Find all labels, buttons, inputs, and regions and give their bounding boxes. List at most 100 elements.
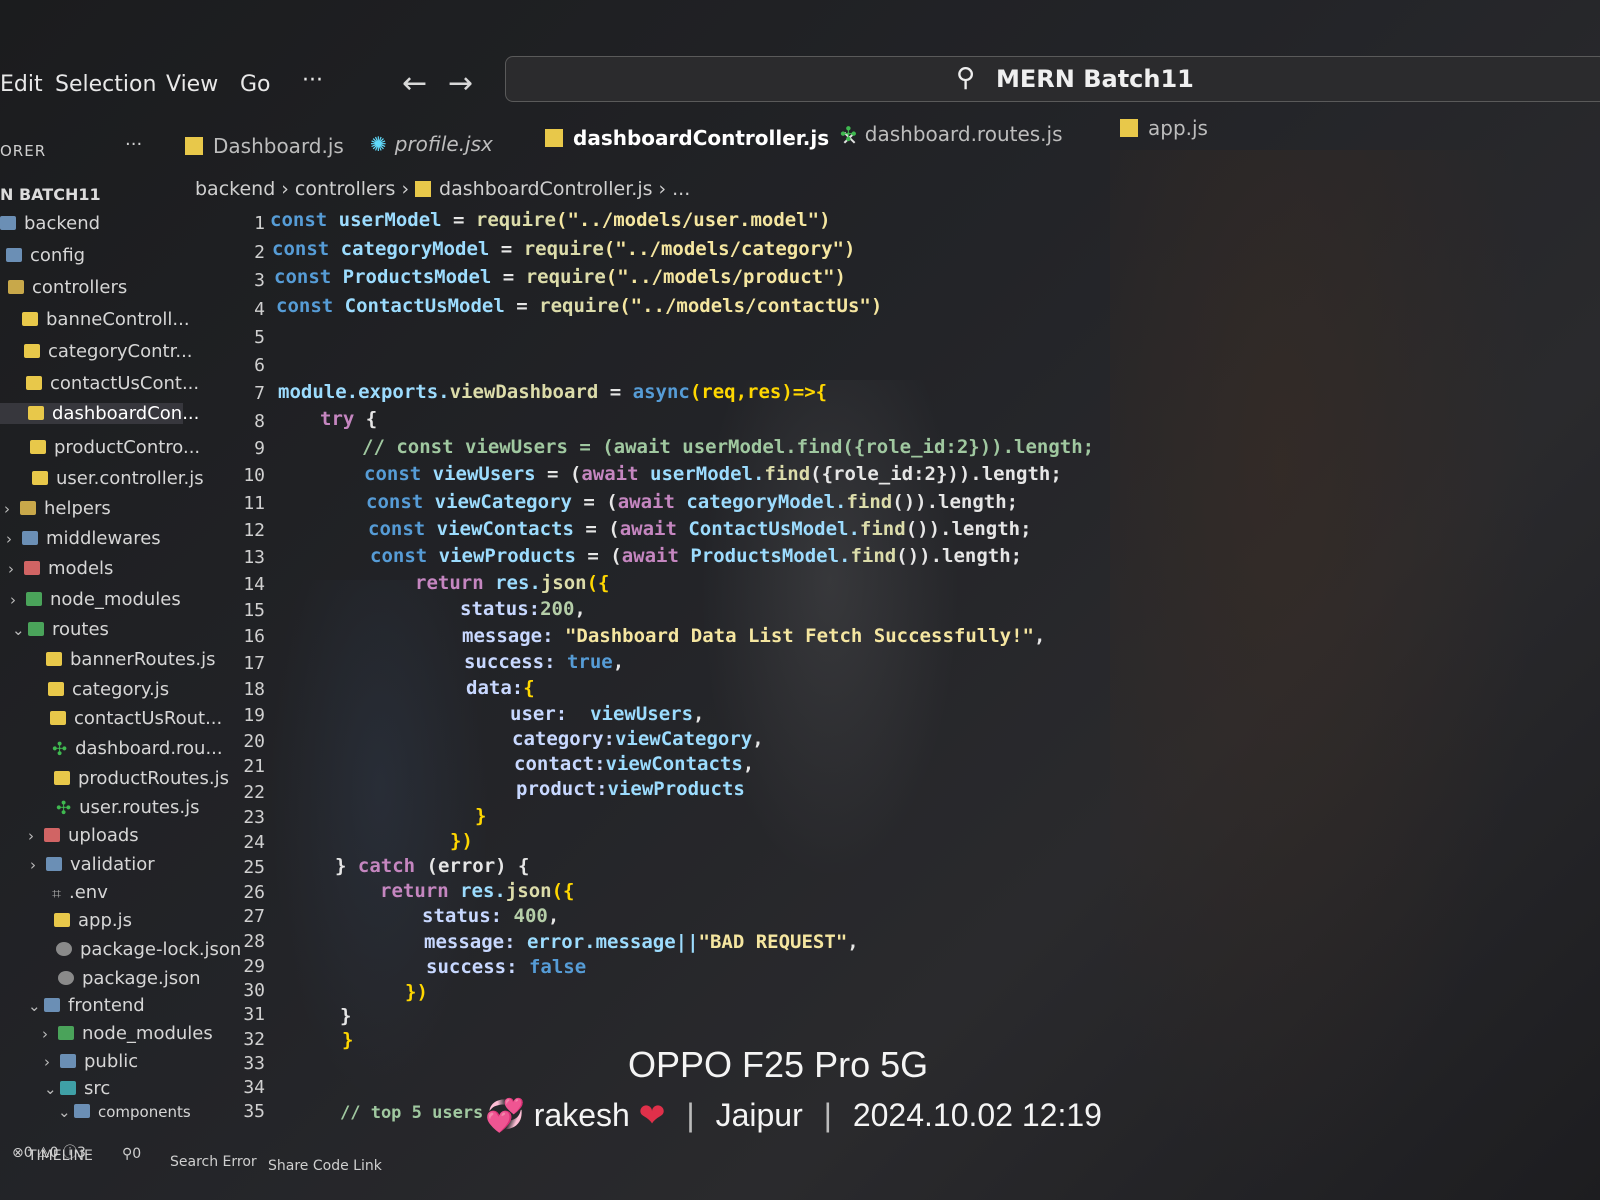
ports-indicator[interactable]: ⚲0	[122, 1146, 141, 1162]
tab-dashboard-routes[interactable]: ✣ dashboard.routes.js	[840, 122, 1063, 146]
breadcrumb: backend › controllers › dashboardController.…	[195, 178, 690, 200]
title-bar: Edit Selection View Go ··· ← → ⚲ MERN Ba…	[0, 50, 1600, 116]
tree-file[interactable]: bannerRoutes.js	[46, 649, 215, 670]
tree-folder-src[interactable]: ⌄ src	[44, 1078, 110, 1099]
workspace-root[interactable]: N BATCH11	[0, 185, 101, 204]
tree-folder-public[interactable]: › public	[44, 1051, 138, 1072]
tree-folder-config[interactable]: config	[6, 245, 85, 266]
back-arrow-icon[interactable]: ←	[402, 66, 427, 101]
tree-file[interactable]: categoryContr...	[24, 341, 193, 362]
tree-file[interactable]: productRoutes.js	[54, 768, 229, 789]
tree-folder-backend[interactable]: backend	[0, 213, 100, 234]
camera-watermark-device: OPPO F25 Pro 5G	[628, 1044, 929, 1085]
js-file-icon	[24, 344, 40, 358]
tab-dashboard-js[interactable]: Dashboard.js	[185, 134, 344, 158]
chevron-down-icon: ⌄	[28, 997, 41, 1015]
line-number: 25	[243, 857, 265, 878]
tree-folder-middlewares[interactable]: › middlewares	[6, 528, 161, 549]
editor-tabs: ORER ··· Dashboard.js ✺ profile.jsx dashb…	[0, 116, 1600, 164]
tree-file[interactable]: package.json	[58, 968, 201, 989]
tree-folder-helpers[interactable]: › helpers	[4, 498, 111, 519]
menu-go[interactable]: Go	[240, 72, 271, 97]
breadcrumb-controllers[interactable]: controllers	[295, 178, 396, 200]
code-line-16: message: "Dashboard Data List Fetch Succ…	[462, 625, 1046, 647]
tree-folder-controllers[interactable]: controllers	[8, 277, 127, 298]
chevron-down-icon: ⌄	[12, 621, 25, 639]
code-line-35: // top 5 users	[340, 1103, 484, 1123]
tree-file[interactable]: banneControll...	[22, 309, 190, 330]
env-file-icon: ⌗	[52, 884, 62, 903]
line-number: 13	[243, 547, 265, 568]
tree-folder-node-modules-frontend[interactable]: › node_modules	[42, 1023, 213, 1044]
line-number: 24	[243, 832, 265, 853]
divider: |	[823, 1097, 832, 1133]
command-center-search[interactable]: ⚲ MERN Batch11	[505, 56, 1600, 102]
line-number: 15	[243, 600, 265, 621]
chevron-right-icon: ›	[28, 827, 34, 845]
code-line-15: status:200,	[460, 598, 586, 620]
js-file-icon	[26, 376, 42, 390]
status-bar: TIMELINE ⊗0 ⚠0 ⓘ3 ⚲0 Search Error Share …	[0, 1140, 1600, 1200]
tree-file[interactable]: productContro...	[30, 437, 200, 458]
line-number: 35	[243, 1101, 265, 1122]
tree-folder-validatior[interactable]: › validatior	[30, 854, 155, 875]
menu-edit[interactable]: Edit	[0, 72, 43, 97]
command-center-label: MERN Batch11	[996, 65, 1194, 93]
tree-file-selected[interactable]: dashboardCon...	[0, 403, 199, 424]
js-file-icon	[185, 137, 203, 155]
watermark-name: rakesh	[533, 1097, 630, 1133]
explorer-more-actions[interactable]: ···	[125, 134, 142, 155]
menu-selection[interactable]: Selection	[55, 72, 156, 97]
search-icon: ⚲	[956, 63, 976, 93]
code-line-3: const ProductsModel = require("../models…	[274, 266, 846, 288]
forward-arrow-icon[interactable]: →	[448, 66, 473, 101]
breadcrumb-symbol[interactable]: ...	[672, 178, 690, 200]
line-number: 22	[243, 782, 265, 803]
menu-view[interactable]: View	[166, 72, 218, 97]
share-code-link-item[interactable]: Share Code Link	[268, 1158, 382, 1174]
line-number: 32	[243, 1029, 265, 1050]
code-line-12: const viewContacts = (await ContactUsMod…	[368, 518, 1032, 540]
line-number: 20	[243, 731, 265, 752]
tree-file[interactable]: ✣ dashboard.rou...	[52, 738, 223, 760]
tree-folder-uploads[interactable]: › uploads	[28, 825, 139, 846]
tree-folder-models[interactable]: › models	[8, 558, 113, 579]
menu-more[interactable]: ···	[302, 68, 323, 93]
tree-file[interactable]: ✣ user.routes.js	[56, 797, 199, 819]
tab-dashboard-controller[interactable]: dashboardController.js ✕	[545, 126, 858, 150]
tree-file[interactable]: user.controller.js	[32, 468, 204, 489]
search-error-item[interactable]: Search Error	[170, 1154, 257, 1170]
tree-file[interactable]: ⌗ .env	[52, 882, 108, 904]
line-number: 10	[243, 465, 265, 486]
line-number: 5	[254, 327, 265, 348]
tree-folder-components[interactable]: ⌄ components	[58, 1103, 191, 1121]
chevron-right-icon: ›	[8, 560, 14, 578]
line-number: 31	[243, 1004, 265, 1025]
tree-file[interactable]: contactUsCont...	[26, 373, 199, 394]
problems-indicator[interactable]: ⊗0 ⚠0 ⓘ3	[12, 1142, 86, 1162]
tree-folder-node-modules[interactable]: › node_modules	[10, 589, 181, 610]
chevron-right-icon: ›	[10, 591, 16, 609]
js-file-icon	[32, 471, 48, 485]
tree-folder-routes[interactable]: ⌄ routes	[12, 619, 109, 640]
watermark-datetime: 2024.10.02 12:19	[852, 1097, 1102, 1133]
chevron-right-icon: ›	[401, 178, 410, 200]
breadcrumb-file[interactable]: dashboardController.js	[439, 178, 652, 200]
tree-file[interactable]: app.js	[54, 910, 132, 931]
reflection-person	[1110, 150, 1540, 1200]
folder-icon	[58, 1026, 74, 1040]
line-number: 21	[243, 756, 265, 777]
line-number: 7	[254, 383, 265, 404]
line-number: 33	[243, 1053, 265, 1074]
tree-file[interactable]: contactUsRout...	[50, 708, 222, 729]
js-file-icon	[28, 406, 44, 420]
tree-folder-frontend[interactable]: ⌄ frontend	[28, 995, 145, 1016]
tree-file[interactable]: category.js	[48, 679, 169, 700]
line-number: 19	[243, 705, 265, 726]
tab-app-js[interactable]: app.js	[1120, 116, 1208, 140]
tab-profile-jsx[interactable]: ✺ profile.jsx	[370, 132, 493, 156]
line-number: 8	[254, 411, 265, 432]
chevron-right-icon: ›	[658, 178, 667, 200]
code-line-21: contact:viewContacts,	[514, 753, 755, 775]
chevron-right-icon: ›	[4, 500, 10, 518]
